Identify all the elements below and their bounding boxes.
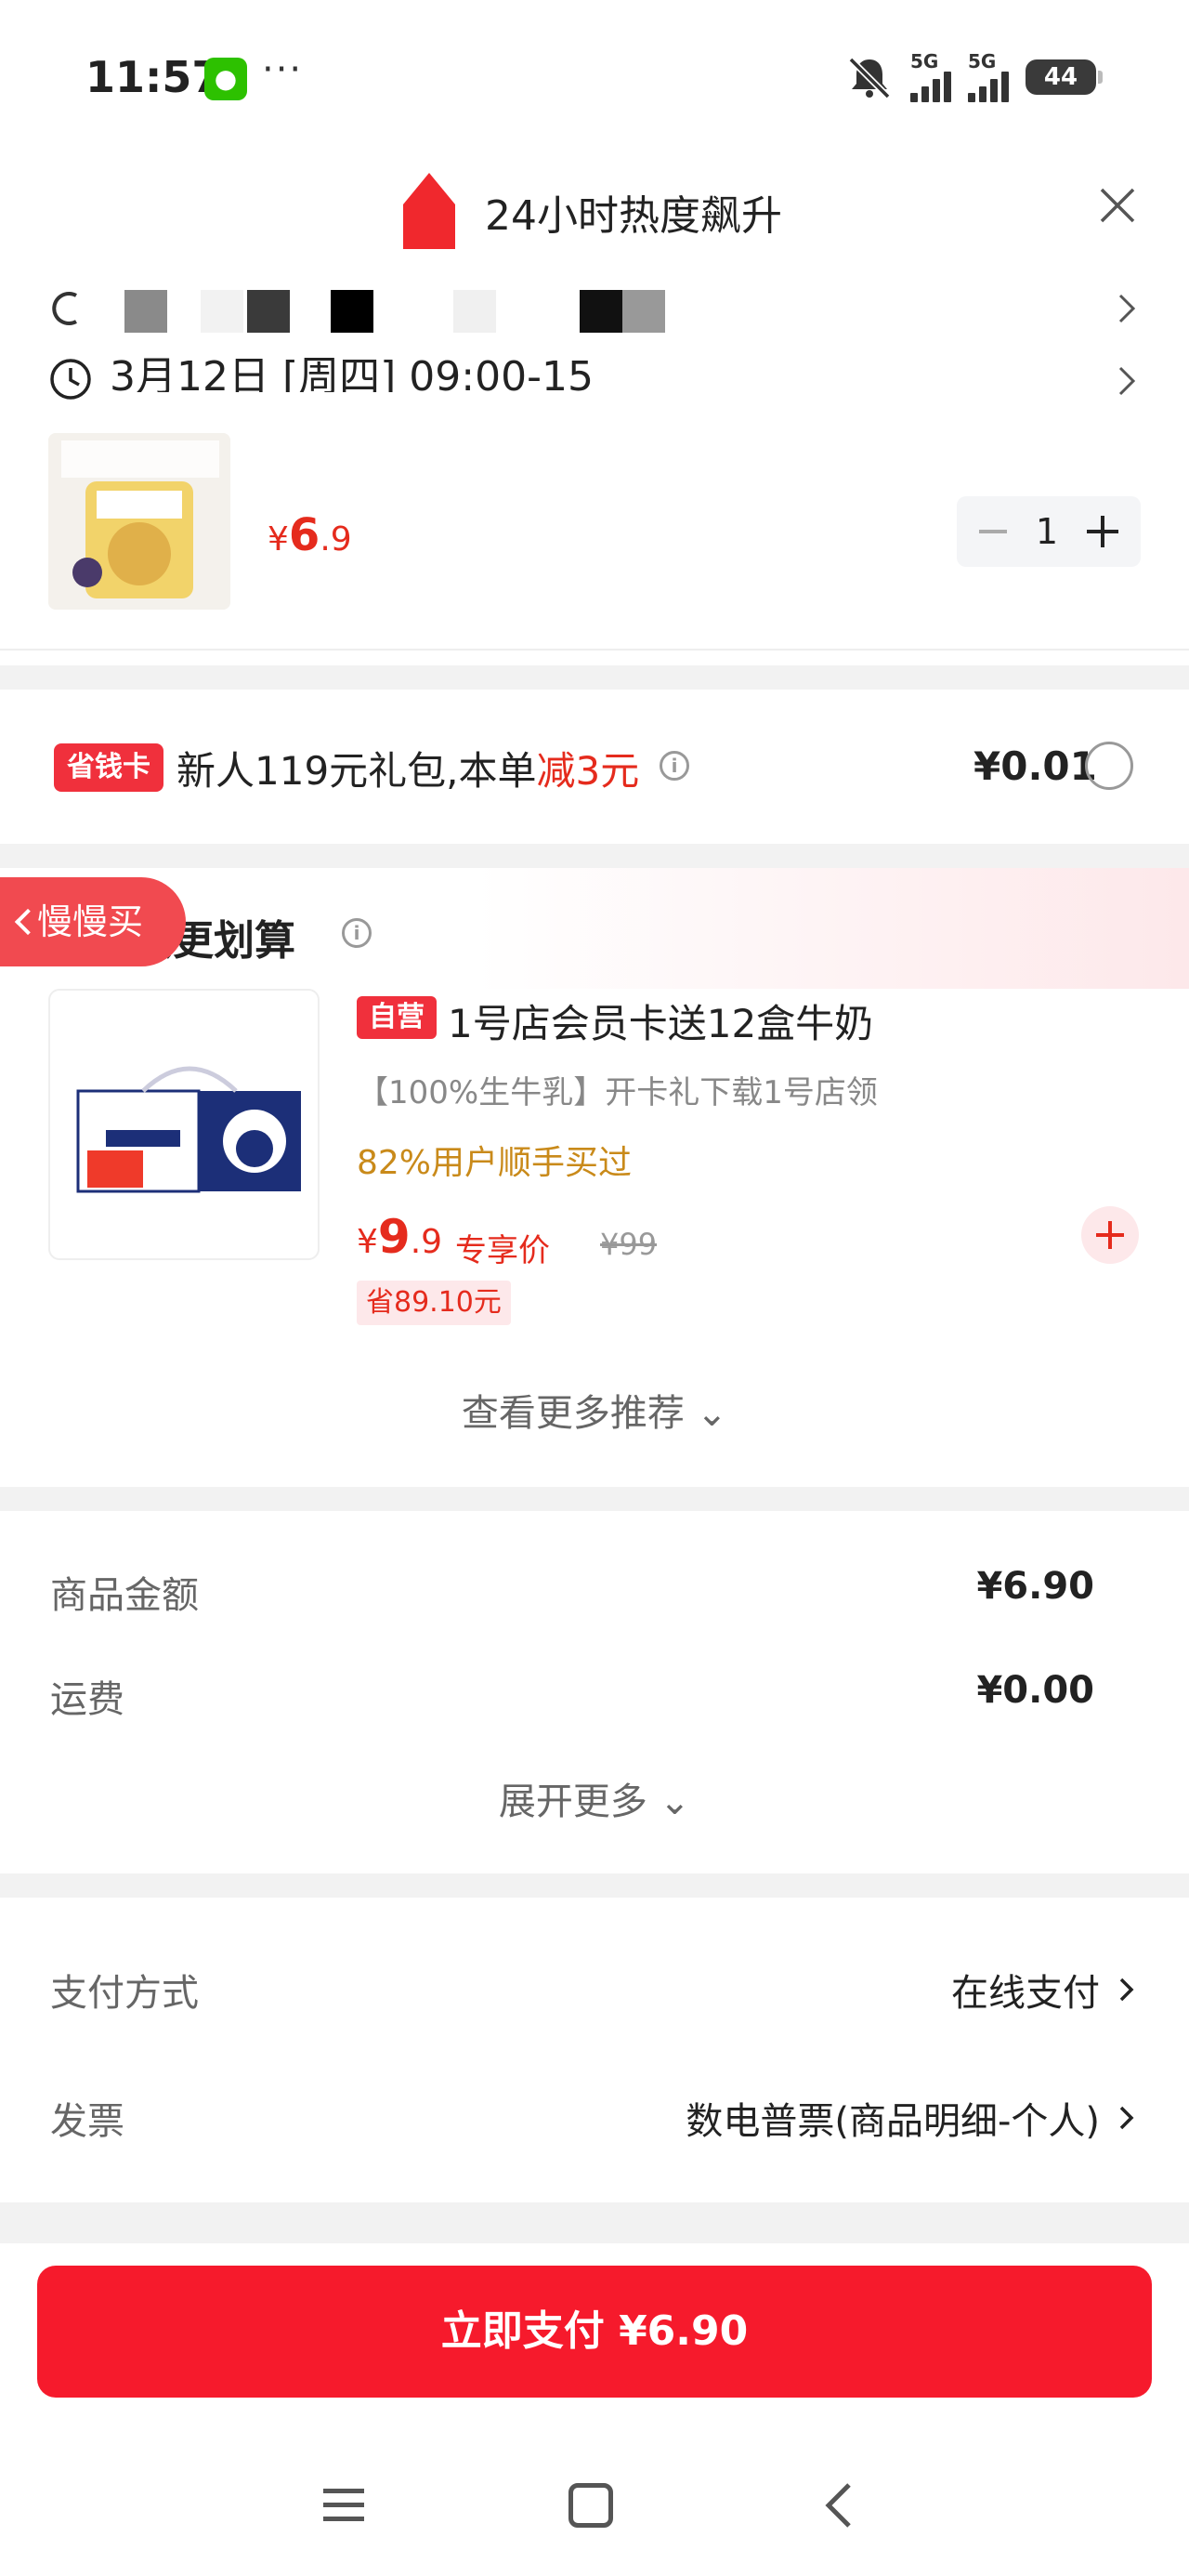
pay-now-button[interactable]: 立即支付 ¥6.90 bbox=[37, 2266, 1152, 2398]
member-price-label: 专享价 bbox=[455, 1232, 550, 1269]
shipping-value: ¥0.00 bbox=[976, 1669, 1094, 1712]
save-card-badge: 省钱卡 bbox=[54, 743, 163, 792]
delivery-time-row[interactable]: 3月12日 [周四] 09:00-15 bbox=[48, 351, 1141, 416]
info-icon[interactable]: i bbox=[342, 918, 372, 948]
signal-5g-2: 5G bbox=[968, 52, 1009, 102]
product-image[interactable] bbox=[48, 433, 230, 610]
battery-icon: 44 bbox=[1026, 59, 1103, 95]
redacted-block bbox=[247, 290, 290, 333]
wechat-notification-icon: ● bbox=[204, 58, 247, 100]
add-to-cart-button[interactable] bbox=[1081, 1206, 1139, 1264]
more-recommendations-link[interactable]: 查看更多推荐 ⌄ bbox=[0, 1383, 1189, 1437]
invoice-value: 数电普票(商品明细-个人) bbox=[686, 2100, 1100, 2143]
invoice-label: 发票 bbox=[50, 2100, 124, 2143]
milk-price: ¥9.9 bbox=[357, 1210, 443, 1264]
chevron-right-icon bbox=[1119, 1978, 1134, 2002]
back-icon[interactable] bbox=[821, 2481, 858, 2530]
more-notifications-icon: ··· bbox=[262, 48, 304, 91]
section-divider bbox=[0, 1487, 1189, 1511]
goods-amount-value: ¥6.90 bbox=[976, 1565, 1094, 1608]
signal-label: 5G bbox=[968, 50, 997, 72]
coupon-radio[interactable] bbox=[1085, 742, 1133, 790]
section-divider bbox=[0, 2202, 1189, 2243]
redacted-block bbox=[580, 290, 622, 333]
milk-product-subtitle: 【100%生牛乳】开卡礼下载1号店领 bbox=[357, 1074, 878, 1111]
redacted-block bbox=[331, 290, 373, 333]
self-operated-badge: 自营 bbox=[357, 996, 437, 1039]
shipping-label: 运费 bbox=[50, 1678, 124, 1721]
milk-product-title[interactable]: 1号店会员卡送12盒牛奶 bbox=[448, 992, 873, 1049]
invoice-row[interactable]: 数电普票(商品明细-个人) bbox=[686, 2091, 1135, 2145]
payment-method-value: 在线支付 bbox=[951, 1972, 1100, 2015]
quantity-stepper[interactable]: 1 bbox=[957, 496, 1141, 567]
signal-bars-icon bbox=[968, 71, 1009, 102]
mute-icon bbox=[848, 57, 891, 99]
redacted-block bbox=[201, 290, 243, 333]
divider bbox=[0, 649, 1189, 651]
quantity-value: 1 bbox=[1035, 511, 1059, 552]
payment-method-row[interactable]: 在线支付 bbox=[951, 1963, 1135, 2017]
location-icon bbox=[52, 292, 77, 325]
increase-button[interactable] bbox=[1087, 516, 1118, 547]
redacted-block bbox=[622, 290, 665, 333]
milk-product-image[interactable] bbox=[48, 989, 320, 1260]
cereal-package-image bbox=[48, 433, 230, 610]
delivery-time: 3月12日 [周四] 09:00-15 bbox=[110, 353, 594, 392]
decrease-button[interactable] bbox=[979, 530, 1007, 533]
product-price: ¥6.9 bbox=[268, 509, 352, 561]
signal-label: 5G bbox=[910, 50, 939, 72]
status-indicators: 5G 5G 44 bbox=[845, 52, 1103, 102]
milk-box-image bbox=[76, 1066, 301, 1193]
chevron-right-icon bbox=[1118, 294, 1136, 323]
close-icon[interactable] bbox=[1094, 182, 1141, 229]
redacted-block bbox=[453, 290, 496, 333]
address-row[interactable] bbox=[48, 279, 1141, 338]
signal-bars-icon bbox=[910, 71, 951, 102]
savings-tag: 省89.10元 bbox=[357, 1281, 511, 1325]
home-icon[interactable] bbox=[568, 2483, 613, 2528]
original-price: ¥99 bbox=[600, 1227, 658, 1262]
coupon-price: ¥0.01 bbox=[973, 743, 1097, 789]
goods-amount-label: 商品金额 bbox=[50, 1574, 199, 1617]
signal-5g-1: 5G bbox=[910, 52, 951, 102]
section-divider bbox=[0, 1873, 1189, 1898]
clock-icon bbox=[50, 359, 91, 400]
expand-more-link[interactable]: 展开更多 ⌄ bbox=[0, 1771, 1189, 1825]
redacted-block bbox=[124, 290, 167, 333]
coupon-text: 新人119元礼包,本单减3元 bbox=[176, 748, 640, 794]
users-bought-text: 82%用户顺手买过 bbox=[357, 1144, 633, 1182]
section-divider bbox=[0, 844, 1189, 868]
menu-icon[interactable] bbox=[323, 2487, 364, 2524]
section-divider bbox=[0, 665, 1189, 690]
slow-buy-tab[interactable]: 慢慢买 bbox=[0, 877, 186, 966]
payment-method-label: 支付方式 bbox=[50, 1972, 199, 2015]
page-title: 24小时热度飙升 bbox=[485, 192, 782, 240]
chevron-right-icon bbox=[1119, 2106, 1134, 2130]
chevron-right-icon bbox=[1118, 366, 1136, 396]
status-time: 11:57 bbox=[85, 52, 222, 102]
info-icon[interactable]: i bbox=[660, 751, 689, 781]
fire-icon bbox=[403, 173, 455, 249]
